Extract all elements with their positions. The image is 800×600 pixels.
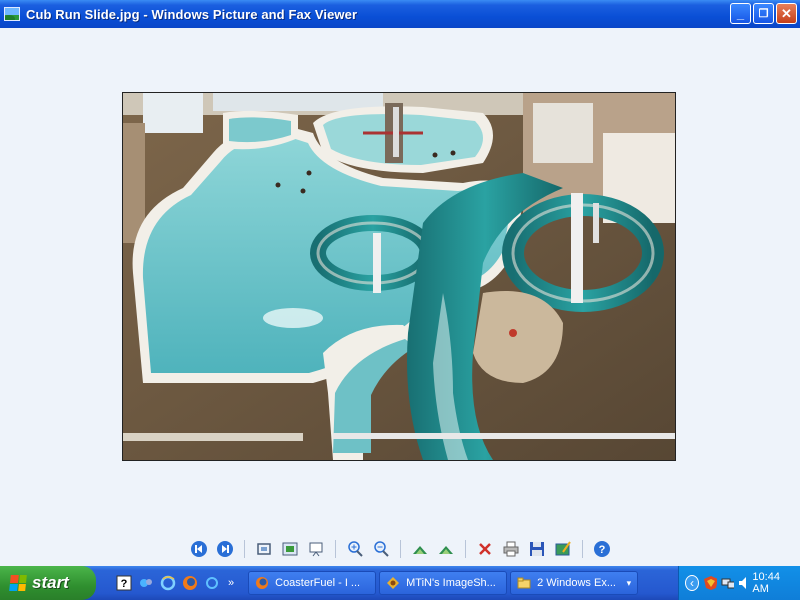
svg-text:?: ? <box>598 544 605 556</box>
rotate-counterclockwise-button[interactable] <box>436 539 456 559</box>
water-park-photo <box>123 93 675 460</box>
window-title: Cub Run Slide.jpg - Windows Picture and … <box>26 6 358 22</box>
restore-button[interactable]: ❐ <box>753 3 774 24</box>
taskbar-button-windows-explorer-group[interactable]: 2 Windows Ex... ▾ <box>510 571 639 595</box>
system-tray: ‹ 10:44 AM <box>678 566 800 600</box>
start-button[interactable]: start <box>0 566 96 600</box>
task-label: MTiN's ImageSh... <box>406 577 496 589</box>
tray-expand-button[interactable]: ‹ <box>685 575 699 591</box>
best-fit-icon <box>256 543 271 555</box>
internet-explorer-icon[interactable] <box>160 575 176 591</box>
previous-image-button[interactable] <box>189 539 209 559</box>
save-icon <box>529 542 544 556</box>
zoom-in-button[interactable] <box>345 539 365 559</box>
group-dropdown-arrow: ▾ <box>626 577 632 588</box>
security-shield-icon[interactable] <box>703 575 717 591</box>
toolbar-separator <box>399 540 401 558</box>
photo-display <box>122 92 676 461</box>
start-label: start <box>32 573 69 592</box>
zoom-out-icon <box>373 541 389 557</box>
edit-button[interactable] <box>553 539 573 559</box>
taskbar: start ? » CoasterFuel - I ... MTiN's Ima… <box>0 566 800 600</box>
help-support-icon[interactable]: ? <box>116 575 132 591</box>
help-icon: ? <box>593 541 610 557</box>
best-fit-button[interactable] <box>254 539 274 559</box>
rotate-clockwise-button[interactable] <box>410 539 430 559</box>
toolbar-separator <box>243 540 245 558</box>
svg-text:?: ? <box>121 578 128 590</box>
viewer-area: ? <box>0 28 800 566</box>
taskbar-button-imageshack[interactable]: MTiN's ImageSh... <box>379 571 508 595</box>
toolbar-separator <box>334 540 336 558</box>
firefox-icon[interactable] <box>182 575 198 591</box>
folder-icon <box>517 577 531 589</box>
minimize-button[interactable]: _ <box>730 3 751 24</box>
next-image-button[interactable] <box>215 539 235 559</box>
print-button[interactable] <box>501 539 521 559</box>
quick-launch: ? » <box>116 575 234 591</box>
slideshow-icon <box>309 542 322 557</box>
help-button[interactable]: ? <box>592 539 612 559</box>
title-bar[interactable]: Cub Run Slide.jpg - Windows Picture and … <box>0 0 800 28</box>
close-button[interactable]: ✕ <box>776 3 797 24</box>
delete-button[interactable] <box>475 539 495 559</box>
edit-icon <box>555 541 571 556</box>
actual-size-button[interactable] <box>280 539 300 559</box>
clock[interactable]: 10:44 AM <box>752 571 792 595</box>
save-button[interactable] <box>527 539 547 559</box>
zoom-out-button[interactable] <box>371 539 391 559</box>
task-label: 2 Windows Ex... <box>537 577 616 589</box>
messenger-icon[interactable] <box>138 575 154 591</box>
prev-icon <box>190 541 207 557</box>
zoom-in-icon <box>347 541 363 557</box>
rotate-cw-icon <box>412 546 427 554</box>
print-icon <box>503 541 518 557</box>
toolbar-separator <box>464 540 466 558</box>
toolbar-separator <box>581 540 583 558</box>
windows-flag-icon <box>9 575 27 591</box>
delete-icon <box>478 543 491 555</box>
network-icon[interactable] <box>721 575 735 591</box>
imageshack-icon <box>387 577 400 589</box>
refresh-icon[interactable] <box>204 575 220 591</box>
taskbar-button-coasterfuel[interactable]: CoasterFuel - I ... <box>248 571 377 595</box>
slideshow-button[interactable] <box>306 539 326 559</box>
firefox-icon <box>256 577 269 589</box>
quick-launch-more-button[interactable]: » <box>228 577 234 589</box>
viewer-toolbar: ? <box>0 536 800 562</box>
task-buttons: CoasterFuel - I ... MTiN's ImageSh... 2 … <box>248 571 639 595</box>
volume-icon[interactable] <box>738 575 748 591</box>
next-icon <box>216 541 233 557</box>
task-label: CoasterFuel - I ... <box>275 577 361 589</box>
picture-viewer-icon <box>4 7 20 21</box>
actual-size-icon <box>282 542 297 556</box>
rotate-ccw-icon <box>438 546 453 554</box>
